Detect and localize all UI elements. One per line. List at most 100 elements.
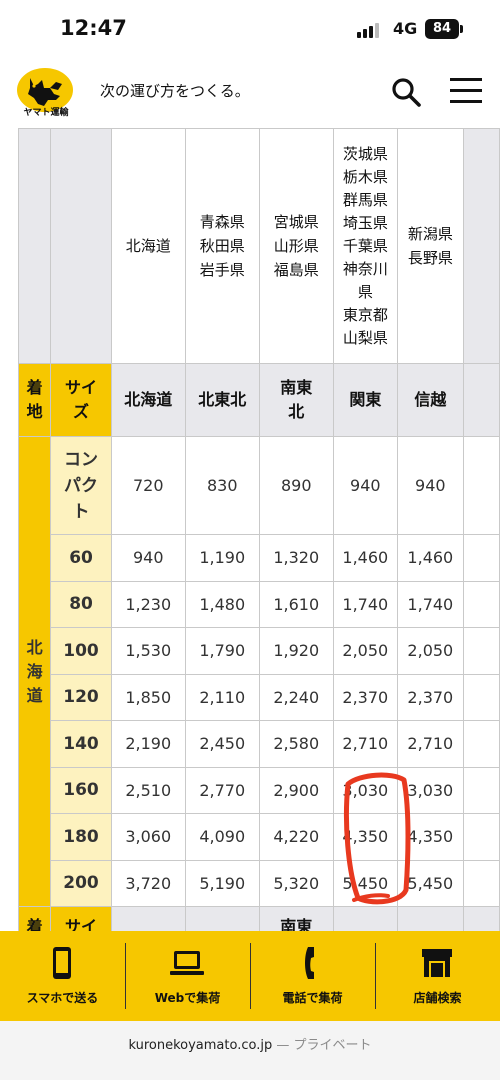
prefecture-cell: 宮城県 山形県 福島県	[258, 128, 334, 364]
smartphone-icon	[53, 947, 71, 979]
prefecture-label: 茨城県 栃木県 群馬県 埼玉県 千葉県 神奈川 県 東京都 山梨県	[342, 144, 388, 347]
menu-icon[interactable]	[450, 76, 482, 106]
store-icon	[422, 949, 452, 977]
size-value: 120	[63, 687, 99, 708]
rate-row: 180 3,060 4,090 4,220 4,350 4,350	[19, 813, 500, 861]
network-type: 4G	[393, 19, 418, 38]
next-header-cell	[462, 906, 500, 932]
size-value: コン パク ト	[64, 449, 99, 522]
price-cell: 890	[258, 436, 334, 535]
price-cell: 1,320	[258, 534, 334, 582]
next-header-cell	[184, 906, 260, 932]
price-cell: 5,320	[258, 859, 334, 907]
overflow-cell	[462, 580, 500, 628]
price-cell: 4,220	[258, 813, 334, 861]
prefecture-cell: 青森県 秋田県 岩手県	[184, 128, 260, 364]
price-cell: 2,110	[184, 673, 260, 721]
nav-store-search[interactable]: 店舗検索	[375, 931, 500, 1021]
price-cell: 1,740	[332, 580, 398, 628]
size-cell: 140	[50, 720, 112, 768]
size-cell: 120	[50, 673, 112, 721]
price-cell: 2,770	[184, 766, 260, 814]
nav-label: 店舗検索	[413, 991, 462, 1005]
nav-web-pickup[interactable]: Webで集荷	[125, 931, 250, 1021]
browser-url-bar[interactable]: kuronekoyamato.co.jp — プライベート	[0, 1021, 500, 1080]
price-cell: 2,900	[258, 766, 334, 814]
site-header: ヤマト運輸 次の運び方をつくる。	[0, 56, 500, 128]
prefecture-label: 北海道	[125, 237, 171, 255]
next-header-cell	[332, 906, 398, 932]
logo-text: ヤマト運輸	[23, 108, 69, 118]
size-value: 140	[63, 733, 99, 754]
overflow-cell	[462, 766, 500, 814]
url-domain: kuronekoyamato.co.jp	[128, 1038, 273, 1053]
rate-row: 200 3,720 5,190 5,320 5,450 5,450	[19, 859, 500, 907]
size-value: 180	[63, 826, 99, 847]
origin-region-cell: 北 海 道	[18, 436, 52, 907]
url-separator: —	[276, 1038, 290, 1053]
rate-table-container[interactable]: 北海道 青森県 秋田県 岩手県 宮城県 山形県 福島県 茨城県 栃木県 群馬県 …	[18, 128, 500, 932]
nav-label: Webで集荷	[154, 991, 221, 1005]
size-value: 100	[63, 640, 99, 661]
region-header: 北東北	[184, 363, 260, 437]
region-header: 関東	[332, 363, 398, 437]
rate-row: 160 2,510 2,770 2,900 3,030 3,030	[19, 766, 500, 814]
price-cell: 940	[332, 436, 398, 535]
price-cell: 1,460	[332, 534, 398, 582]
nav-phone-pickup[interactable]: 電話で集荷	[250, 931, 375, 1021]
size-cell: 100	[50, 627, 112, 675]
rate-table: 北海道 青森県 秋田県 岩手県 宮城県 山形県 福島県 茨城県 栃木県 群馬県 …	[18, 128, 500, 932]
next-header-cell: 南東	[258, 906, 334, 932]
region-header-text: 北東北	[198, 390, 247, 409]
price-cell: 2,190	[110, 720, 186, 768]
next-header-cell: 着	[18, 906, 52, 932]
laptop-icon	[170, 951, 204, 975]
overflow-cell	[462, 720, 500, 768]
region-header: 信越	[396, 363, 464, 437]
rate-row: 北 海 道コン パク ト 720 830 890 940 940	[18, 436, 500, 907]
search-icon[interactable]	[390, 76, 422, 108]
corner-cell	[18, 128, 52, 364]
phone-icon	[305, 947, 314, 979]
rate-row: 100 1,530 1,790 1,920 2,050 2,050	[19, 627, 500, 675]
price-cell: 720	[110, 436, 186, 535]
price-cell: 1,230	[110, 580, 186, 628]
rate-row: 140 2,190 2,450 2,580 2,710 2,710	[19, 720, 500, 768]
price-cell: 830	[184, 436, 260, 535]
status-bar: 12:47 4G 84	[0, 0, 500, 56]
rate-row: 80 1,230 1,480 1,610 1,740 1,740	[19, 580, 500, 628]
price-cell: 4,090	[184, 813, 260, 861]
price-cell: 3,720	[110, 859, 186, 907]
size-value: 200	[63, 873, 99, 894]
region-header-text: 北海道	[124, 390, 173, 409]
overflow-cell	[462, 436, 500, 535]
prefecture-label: 新潟県 長野県	[407, 225, 453, 267]
size-label: サイ ズ	[50, 363, 112, 437]
price-cell: 1,460	[396, 534, 464, 582]
price-cell: 2,050	[396, 627, 464, 675]
prefecture-label: 青森県 秋田県 岩手県	[199, 213, 245, 279]
price-cell: 1,480	[184, 580, 260, 628]
size-label-text: サイ ズ	[65, 378, 98, 421]
tagline: 次の運び方をつくる。	[100, 82, 250, 100]
nav-send-by-smartphone[interactable]: スマホで送る	[0, 931, 125, 1021]
overflow-cell	[462, 813, 500, 861]
overflow-cell	[462, 534, 500, 582]
browsing-mode: プライベート	[293, 1038, 372, 1053]
battery-tip	[460, 25, 463, 33]
overflow-cell	[462, 363, 500, 437]
size-value: 60	[69, 547, 93, 568]
price-cell: 2,370	[396, 673, 464, 721]
size-value: 80	[69, 594, 93, 615]
price-cell: 1,850	[110, 673, 186, 721]
region-header-row: 着 地 サイ ズ 北海道 北東北 南東 北 関東 信越	[18, 363, 500, 437]
origin-region-label: 北 海 道	[26, 637, 43, 705]
region-header: 南東 北	[258, 363, 334, 437]
price-cell: 2,510	[110, 766, 186, 814]
url-text[interactable]: kuronekoyamato.co.jp — プライベート	[0, 1034, 500, 1053]
price-cell: 5,190	[184, 859, 260, 907]
size-cell: 180	[50, 813, 112, 861]
rate-row: 120 1,850 2,110 2,240 2,370 2,370	[19, 673, 500, 721]
destination-label: 着 地	[18, 363, 52, 437]
size-cell: 60	[50, 534, 112, 582]
